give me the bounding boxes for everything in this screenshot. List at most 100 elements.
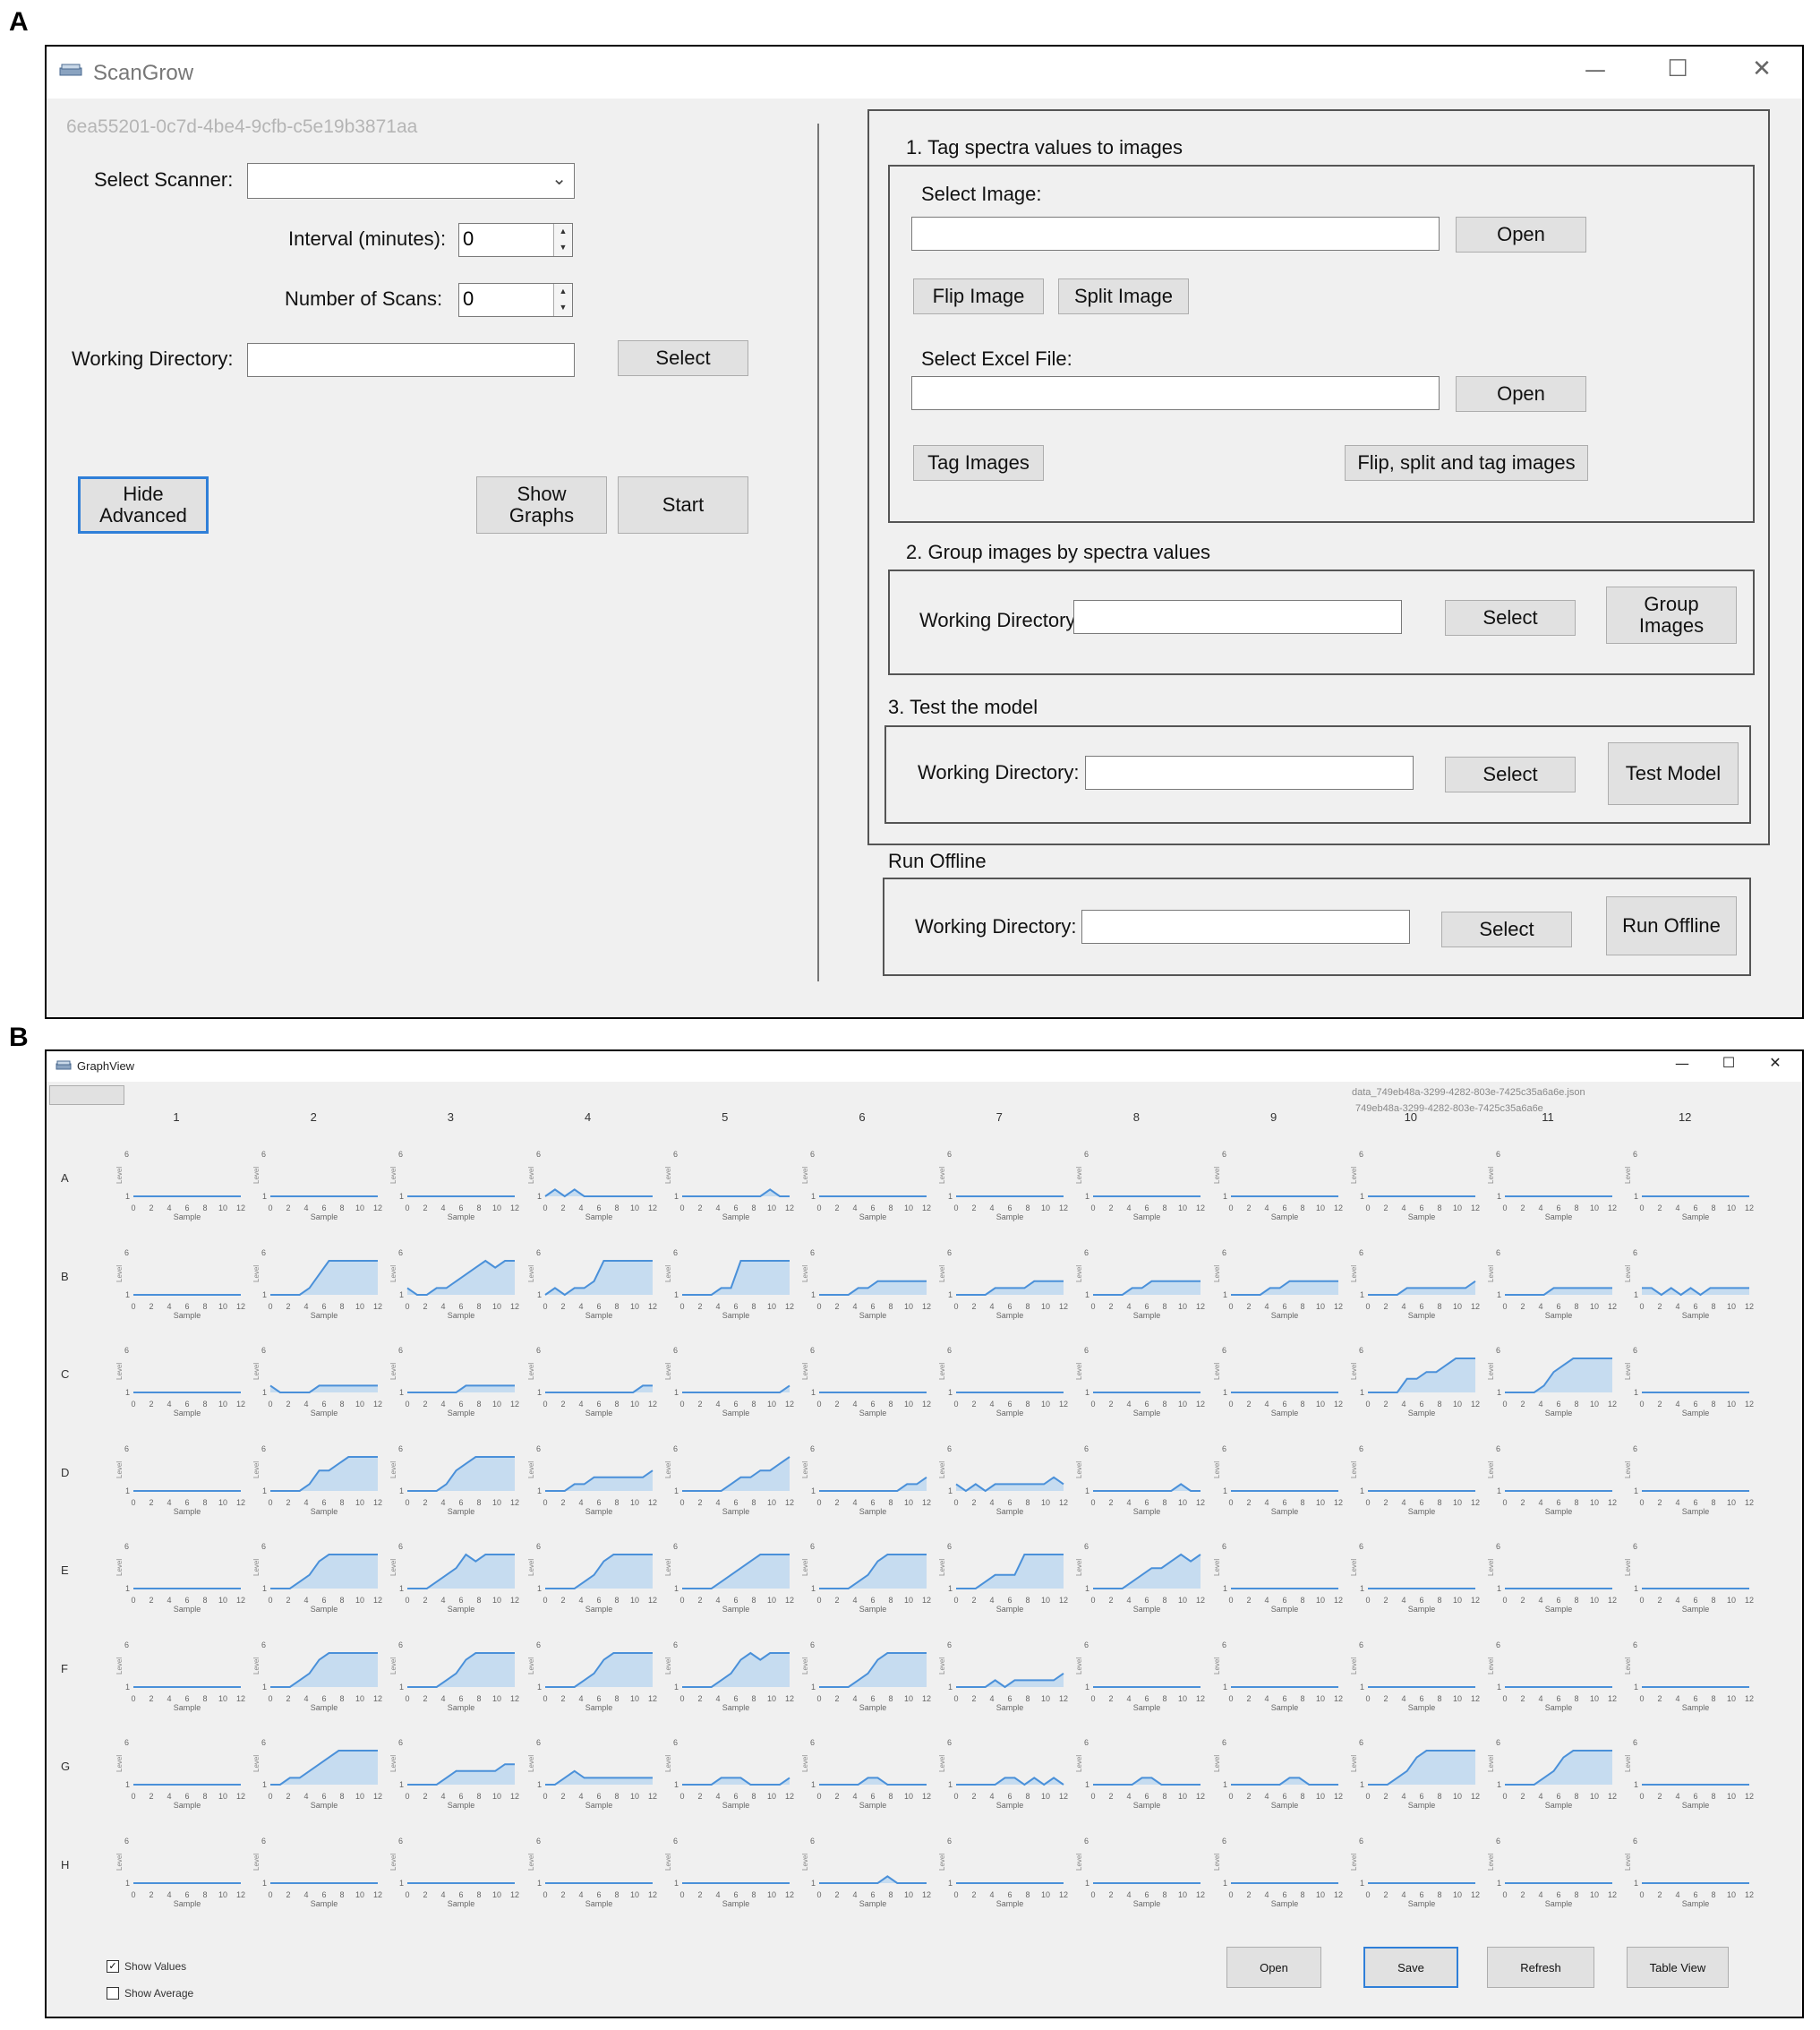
flip-image-button[interactable]: Flip Image — [913, 278, 1044, 314]
hide-advanced-button[interactable]: Hide Advanced — [78, 476, 209, 534]
x-tick-label: 12 — [236, 1792, 245, 1801]
minimize-icon[interactable]: — — [1669, 1055, 1696, 1072]
split-image-button[interactable]: Split Image — [1058, 278, 1189, 314]
section3-working-dir-input[interactable] — [1085, 756, 1414, 790]
scanner-app-icon — [59, 64, 82, 76]
x-axis-label: Sample — [1408, 1703, 1436, 1712]
group-images-button[interactable]: Group Images — [1606, 587, 1737, 644]
y-axis-label: Level — [1350, 1363, 1358, 1380]
x-tick-label: 6 — [459, 1400, 464, 1409]
refresh-button[interactable]: Refresh — [1487, 1947, 1594, 1988]
offline-working-dir-input[interactable] — [1081, 910, 1410, 944]
x-tick-label: 6 — [870, 1694, 875, 1703]
num-scans-stepper[interactable]: 0 ▲ ▼ — [458, 283, 573, 317]
maximize-icon[interactable]: ☐ — [1655, 56, 1700, 82]
save-button[interactable]: Save — [1363, 1947, 1458, 1988]
x-axis-label: Sample — [996, 1703, 1024, 1712]
test-model-button[interactable]: Test Model — [1608, 742, 1739, 805]
x-tick-label: 2 — [1383, 1792, 1388, 1801]
x-axis-label: Sample — [1682, 1311, 1710, 1320]
x-tick-label: 2 — [560, 1792, 565, 1801]
x-tick-label: 4 — [1401, 1596, 1406, 1605]
x-tick-label: 0 — [1640, 1498, 1645, 1507]
close-icon[interactable]: ✕ — [1739, 56, 1784, 82]
x-tick-label: 4 — [441, 1792, 446, 1801]
maximize-icon[interactable]: ☐ — [1715, 1054, 1742, 1071]
y-axis-label: Level — [1624, 1363, 1632, 1380]
x-tick-label: 6 — [1556, 1694, 1560, 1703]
y-bottom-tick: 1 — [674, 1879, 679, 1888]
section2-select-button[interactable]: Select — [1445, 600, 1576, 636]
x-tick-label: 10 — [1178, 1302, 1187, 1311]
tag-images-button[interactable]: Tag Images — [913, 445, 1044, 481]
working-dir-input[interactable] — [247, 343, 575, 377]
x-tick-label: 6 — [1282, 1400, 1286, 1409]
y-top-tick: 6 — [398, 1542, 403, 1551]
close-icon[interactable]: ✕ — [1762, 1054, 1789, 1071]
y-axis-label: Level — [664, 1755, 672, 1772]
x-tick-label: 0 — [1091, 1792, 1096, 1801]
x-tick-label: 12 — [373, 1792, 382, 1801]
top-left-button[interactable] — [49, 1085, 124, 1105]
x-tick-label: 2 — [560, 1203, 565, 1212]
well-chart-C6: 6 1Level 0 2 4 6 8 10 12 Sample — [801, 1346, 931, 1418]
show-values-checkbox[interactable]: ✓ — [107, 1960, 119, 1973]
x-tick-label: 4 — [578, 1694, 583, 1703]
minimize-icon[interactable]: — — [1573, 57, 1618, 82]
x-tick-label: 0 — [406, 1302, 410, 1311]
spin-arrows-icon[interactable]: ▲ ▼ — [553, 224, 572, 256]
well-chart-D6: 6 1Level 0 2 4 6 8 10 12 Sample — [801, 1444, 931, 1516]
x-axis-label: Sample — [311, 1507, 338, 1516]
x-tick-label: 0 — [1091, 1596, 1096, 1605]
y-axis-label: Level — [252, 1264, 261, 1281]
x-tick-label: 12 — [1608, 1792, 1617, 1801]
x-tick-label: 2 — [423, 1596, 428, 1605]
interval-stepper[interactable]: 0 ▲ ▼ — [458, 223, 573, 257]
num-scans-value: 0 — [463, 287, 474, 310]
excel-path-input[interactable] — [911, 376, 1440, 410]
x-tick-label: 6 — [596, 1302, 601, 1311]
x-tick-label: 2 — [1246, 1694, 1251, 1703]
y-top-tick: 6 — [673, 1346, 678, 1355]
x-tick-label: 2 — [1520, 1203, 1525, 1212]
x-tick-label: 12 — [1608, 1400, 1617, 1409]
flip-split-tag-button[interactable]: Flip, split and tag images — [1345, 445, 1588, 481]
well-chart-C4: 6 1Level 0 2 4 6 8 10 12 Sample — [527, 1346, 657, 1418]
x-tick-label: 10 — [767, 1498, 776, 1507]
well-chart-A7: 6 1Level 0 2 4 6 8 10 12 Sample — [938, 1150, 1068, 1221]
x-tick-label: 0 — [679, 1596, 684, 1605]
working-dir-label: Working Directory: — [72, 347, 234, 370]
show-graphs-button[interactable]: Show Graphs — [476, 476, 607, 534]
x-axis-label: Sample — [174, 1507, 201, 1516]
open-button[interactable]: Open — [1226, 1947, 1321, 1988]
x-tick-label: 4 — [167, 1302, 171, 1311]
open-excel-button[interactable]: Open — [1456, 376, 1586, 412]
section3-select-button[interactable]: Select — [1445, 757, 1576, 792]
y-top-tick: 6 — [673, 1150, 678, 1159]
x-tick-label: 12 — [373, 1400, 382, 1409]
x-axis-label: Sample — [1682, 1899, 1710, 1908]
x-axis-label: Sample — [996, 1801, 1024, 1810]
x-tick-label: 0 — [131, 1498, 135, 1507]
x-tick-label: 2 — [1658, 1400, 1662, 1409]
table-view-button[interactable]: Table View — [1627, 1947, 1729, 1988]
x-tick-label: 8 — [202, 1400, 207, 1409]
show-average-checkbox[interactable] — [107, 1987, 119, 2000]
y-top-tick: 6 — [1222, 1346, 1226, 1355]
well-chart-G10: 6 1Level 0 2 4 6 8 10 12 Sample — [1350, 1738, 1480, 1810]
x-tick-label: 2 — [697, 1792, 702, 1801]
scanner-dropdown[interactable]: ⌄ — [247, 163, 575, 199]
start-button[interactable]: Start — [618, 476, 748, 534]
image-path-input[interactable] — [911, 217, 1440, 251]
open-image-button[interactable]: Open — [1456, 217, 1586, 253]
spin-arrows-icon[interactable]: ▲ ▼ — [553, 284, 572, 316]
x-tick-label: 0 — [131, 1596, 135, 1605]
y-top-tick: 6 — [124, 1248, 129, 1257]
offline-select-button[interactable]: Select — [1441, 912, 1572, 947]
x-tick-label: 6 — [322, 1596, 327, 1605]
x-tick-label: 2 — [972, 1596, 977, 1605]
section2-working-dir-input[interactable] — [1073, 600, 1402, 634]
y-top-tick: 6 — [1222, 1248, 1226, 1257]
select-working-dir-button[interactable]: Select — [618, 340, 748, 376]
run-offline-button[interactable]: Run Offline — [1606, 896, 1737, 955]
